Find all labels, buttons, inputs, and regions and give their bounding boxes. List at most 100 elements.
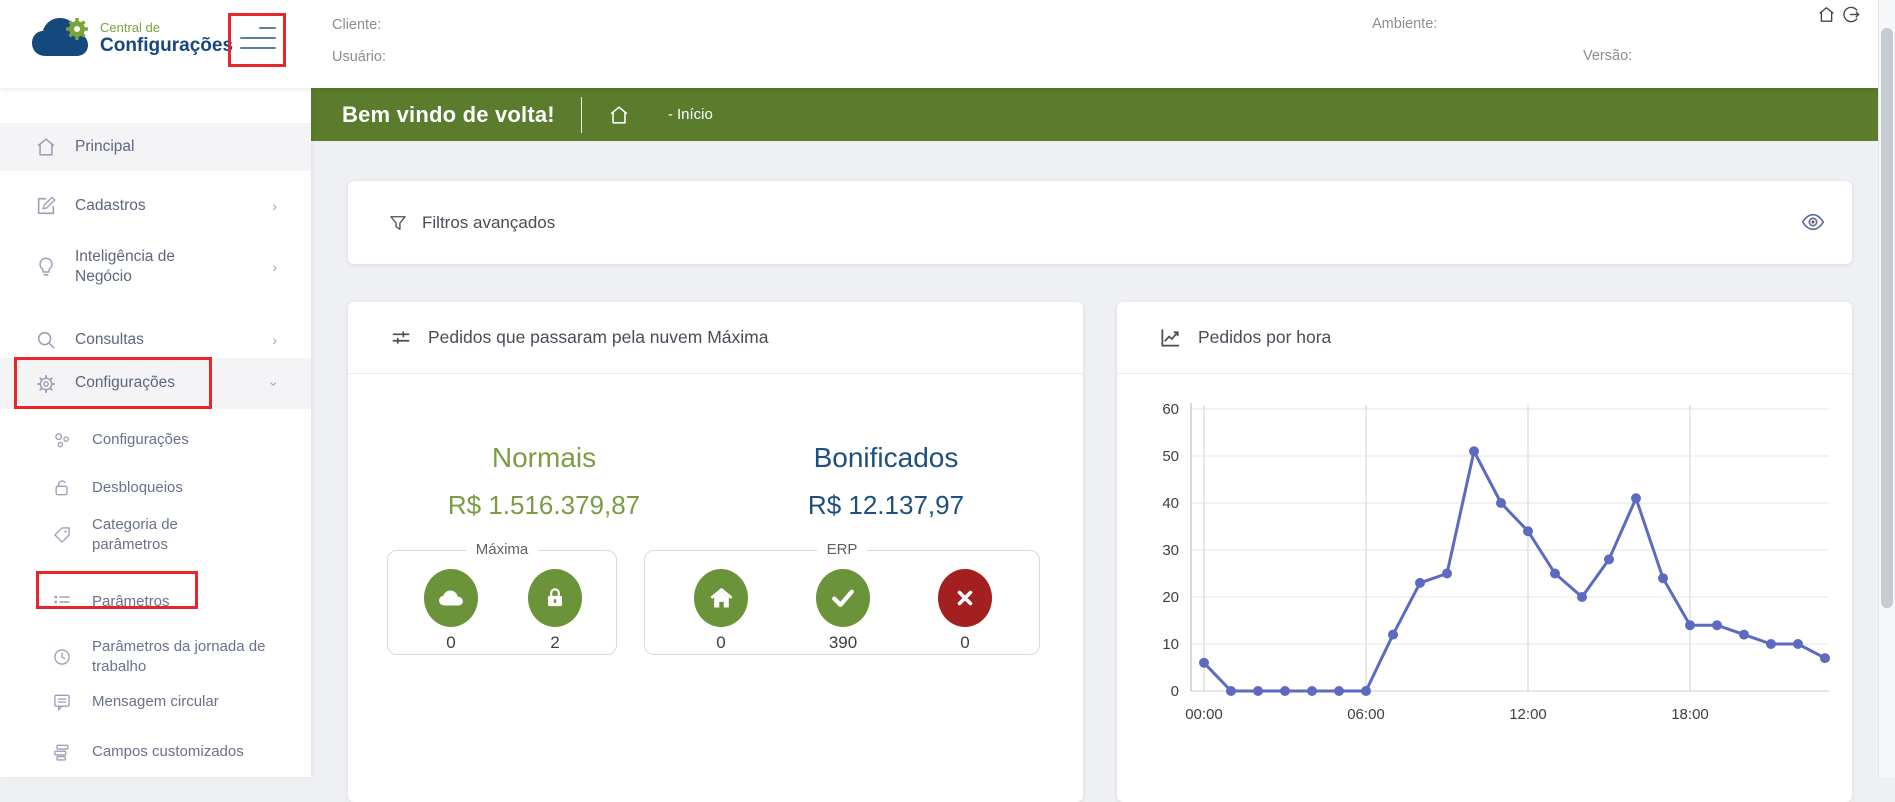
check-icon (828, 583, 858, 613)
tune-icon (390, 327, 412, 349)
nodes-icon (52, 430, 72, 450)
message-icon (52, 692, 72, 712)
page-scrollbar[interactable] (1878, 0, 1895, 777)
orders-per-hour-chart: 010203040506000:0006:0012:0018:00 (1135, 393, 1835, 731)
svg-text:12:00: 12:00 (1509, 706, 1547, 723)
page-title: Bem vindo de volta! (342, 102, 555, 128)
chevron-right-icon: › (272, 198, 277, 214)
eye-icon[interactable] (1800, 209, 1826, 235)
orders-card-title: Pedidos que passaram pela nuvem Máxima (428, 327, 768, 348)
layers-icon (52, 742, 72, 762)
svg-text:10: 10 (1162, 636, 1179, 653)
banner-divider (581, 97, 582, 133)
logout-icon[interactable] (1842, 5, 1861, 24)
app-header: Central de Configurações Cliente: Usuári… (0, 0, 1895, 88)
bonus-orders-value: R$ 12.137,97 (726, 490, 1046, 521)
erp-legend: ERP (817, 541, 868, 558)
breadcrumb: - Início (668, 106, 713, 123)
lock-icon (542, 585, 568, 611)
sidebar-item-label: Desbloqueios (92, 478, 277, 498)
sidebar-item-cadastros[interactable]: Cadastros › (0, 182, 311, 230)
sidebar-item-label: Categoria de parâmetros (92, 515, 222, 555)
sidebar-item-configuracoes[interactable]: Configurações › (0, 358, 311, 409)
svg-text:20: 20 (1162, 589, 1179, 606)
cloud-logo-icon (30, 16, 92, 62)
menu-toggle-button[interactable] (240, 24, 276, 54)
svg-text:18:00: 18:00 (1671, 706, 1709, 723)
logo-subtitle: Central de (100, 21, 233, 35)
orders-summary-card: Pedidos que passaram pela nuvem Máxima N… (348, 302, 1083, 802)
check-stat: 390 (803, 569, 883, 653)
home-icon[interactable] (1817, 5, 1836, 24)
x-icon (953, 586, 977, 610)
line-chart-icon (1159, 326, 1182, 349)
home-icon[interactable] (608, 104, 630, 126)
maxima-stats-group: Máxima 0 2 (387, 550, 617, 655)
orders-per-hour-card: Pedidos por hora 010203040506000:0006:00… (1117, 302, 1852, 802)
scrollbar-thumb[interactable] (1881, 28, 1893, 608)
svg-text:00:00: 00:00 (1185, 706, 1223, 723)
lock-stat: 2 (515, 569, 595, 653)
normal-orders-label: Normais (384, 442, 704, 474)
chevron-right-icon: › (272, 259, 277, 275)
x-count: 0 (925, 633, 1005, 653)
environment-label: Ambiente: (1372, 16, 1437, 32)
sidebar-item-label: Configurações (75, 373, 235, 393)
maxima-legend: Máxima (466, 541, 539, 558)
unlock-icon (52, 478, 72, 498)
sidebar-item-label: Principal (75, 137, 235, 157)
filters-title: Filtros avançados (422, 213, 555, 233)
sidebar-item-label: Campos customizados (92, 742, 277, 762)
main-content: Bem vindo de volta! - Início Filtros ava… (311, 88, 1878, 777)
sidebar-item-label: Configurações (92, 430, 277, 450)
sidebar-subitem-categoria-parametros[interactable]: Categoria de parâmetros (0, 499, 311, 571)
svg-text:60: 60 (1162, 401, 1179, 418)
sidebar-item-principal[interactable]: Principal (0, 123, 311, 171)
sidebar-item-label: Parâmetros (92, 592, 277, 612)
user-label: Usuário: (332, 49, 386, 65)
sidebar-item-inteligencia[interactable]: Inteligência de Negócio › (0, 231, 311, 303)
chevron-down-icon: › (267, 381, 283, 386)
home-count: 0 (681, 633, 761, 653)
normal-orders-value: R$ 1.516.379,87 (384, 490, 704, 521)
list-icon (52, 592, 72, 612)
sidebar-subitem-campos-customizados[interactable]: Campos customizados (0, 728, 311, 776)
svg-text:06:00: 06:00 (1347, 706, 1385, 723)
sidebar-subitem-parametros[interactable]: Parâmetros (0, 578, 311, 626)
lock-count: 2 (515, 633, 595, 653)
search-icon (35, 329, 57, 351)
home-icon (35, 136, 57, 158)
svg-text:30: 30 (1162, 542, 1179, 559)
check-count: 390 (803, 633, 883, 653)
home-icon (708, 585, 735, 612)
sidebar-subitem-mensagem-circular[interactable]: Mensagem circular (0, 678, 311, 726)
version-label: Versão: (1583, 48, 1632, 64)
home-stat: 0 (681, 569, 761, 653)
gear-icon (35, 373, 57, 395)
sidebar-item-label: Mensagem circular (92, 692, 277, 712)
bonus-orders-label: Bonificados (726, 442, 1046, 474)
x-stat: 0 (925, 569, 1005, 653)
svg-text:0: 0 (1171, 683, 1179, 700)
cloud-count: 0 (411, 633, 491, 653)
sidebar-item-label: Consultas (75, 330, 235, 350)
tag-icon (52, 525, 72, 545)
bulb-icon (35, 256, 57, 278)
chart-card-title: Pedidos por hora (1198, 327, 1331, 348)
sidebar-item-label: Parâmetros da jornada de trabalho (92, 637, 270, 677)
sidebar-item-consultas[interactable]: Consultas › (0, 316, 311, 364)
filter-icon (388, 213, 408, 233)
sidebar-item-label: Cadastros (75, 196, 235, 216)
svg-text:40: 40 (1162, 495, 1179, 512)
app-logo: Central de Configurações (30, 16, 233, 62)
edit-icon (35, 195, 57, 217)
advanced-filters-panel[interactable]: Filtros avançados (348, 181, 1852, 264)
chevron-right-icon: › (272, 332, 277, 348)
sidebar-subitem-configuracoes[interactable]: Configurações (0, 416, 311, 464)
clock-icon (52, 647, 72, 667)
cloud-icon (436, 583, 466, 613)
welcome-banner: Bem vindo de volta! - Início (311, 88, 1878, 141)
logo-title: Configurações (100, 36, 233, 57)
sidebar: Principal Cadastros › Inteligência de Ne… (0, 88, 311, 777)
client-label: Cliente: (332, 17, 381, 33)
